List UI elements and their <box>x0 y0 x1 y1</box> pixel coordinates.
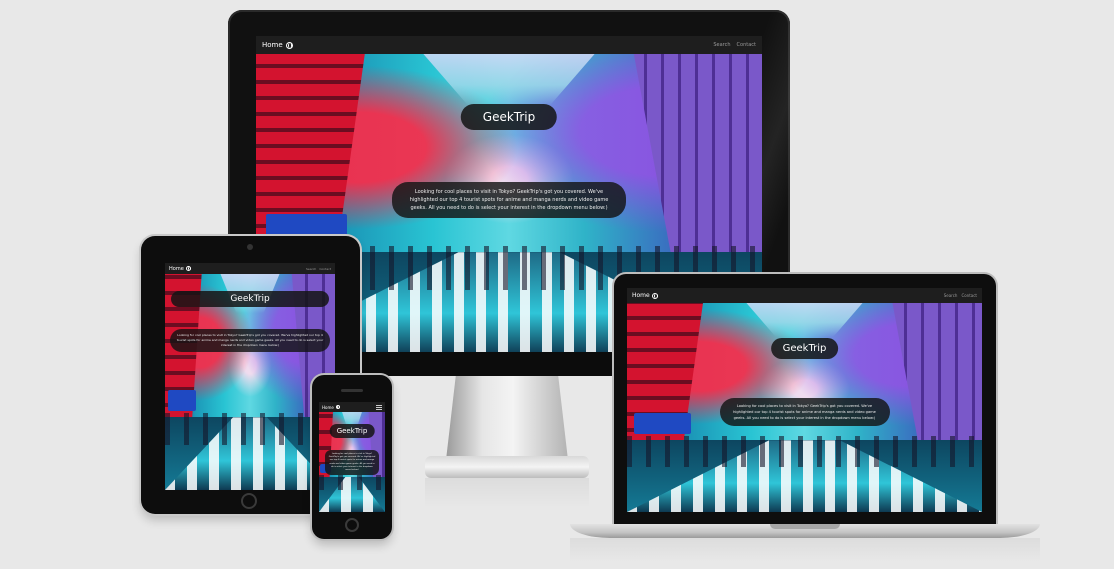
site-title: GeekTrip <box>329 424 375 438</box>
nav-link-search[interactable]: Search <box>944 293 958 298</box>
phone-screen: Home GeekTrip Looking for cool places to… <box>319 402 385 512</box>
site-description: Looking for cool places to visit in Toky… <box>719 398 890 426</box>
site-title: GeekTrip <box>460 104 558 130</box>
globe-icon <box>651 292 658 299</box>
laptop-screen: Home Search Contact GeekTrip Looking for… <box>627 288 982 512</box>
nav-link-contact[interactable]: Contact <box>319 267 331 271</box>
navbar: Home Search Contact <box>165 263 335 274</box>
site-description: Looking for cool places to visit in Toky… <box>170 329 330 352</box>
globe-icon <box>185 266 191 271</box>
nav-links: Search Contact <box>306 267 331 271</box>
nav-brand[interactable]: Home <box>262 41 293 49</box>
site-description: Looking for cool places to visit in Toky… <box>392 182 626 218</box>
globe-icon <box>285 41 293 49</box>
nav-link-search[interactable]: Search <box>713 42 730 48</box>
brand-label: Home <box>262 41 283 49</box>
desktop-base <box>425 456 589 478</box>
nav-links: Search Contact <box>944 293 977 298</box>
phone-home-button[interactable] <box>345 518 359 532</box>
tablet-screen: Home Search Contact GeekTrip Looking for… <box>165 263 335 490</box>
hamburger-menu-icon[interactable] <box>376 404 382 411</box>
nav-brand[interactable]: Home <box>632 292 658 299</box>
globe-icon <box>335 405 341 409</box>
navbar: Home <box>319 402 385 412</box>
nav-link-search[interactable]: Search <box>306 267 316 271</box>
site-title: GeekTrip <box>770 338 839 359</box>
phone-speaker <box>341 389 363 392</box>
nav-brand[interactable]: Home <box>322 404 341 410</box>
nav-link-contact[interactable]: Contact <box>737 42 756 48</box>
navbar: Home Search Contact <box>627 288 982 303</box>
desktop-stand <box>446 376 568 460</box>
navbar: Home Search Contact <box>256 36 762 54</box>
tablet-camera <box>247 244 253 250</box>
brand-label: Home <box>169 265 184 272</box>
brand-label: Home <box>632 292 650 299</box>
site-title: GeekTrip <box>171 291 329 307</box>
brand-label: Home <box>322 404 334 410</box>
laptop-opening-notch <box>770 524 840 529</box>
nav-link-contact[interactable]: Contact <box>961 293 977 298</box>
nav-links: Search Contact <box>713 42 756 48</box>
site-description: Looking for cool places to visit in Toky… <box>325 450 379 476</box>
tablet-home-button[interactable] <box>241 493 257 509</box>
nav-brand[interactable]: Home <box>169 266 191 272</box>
